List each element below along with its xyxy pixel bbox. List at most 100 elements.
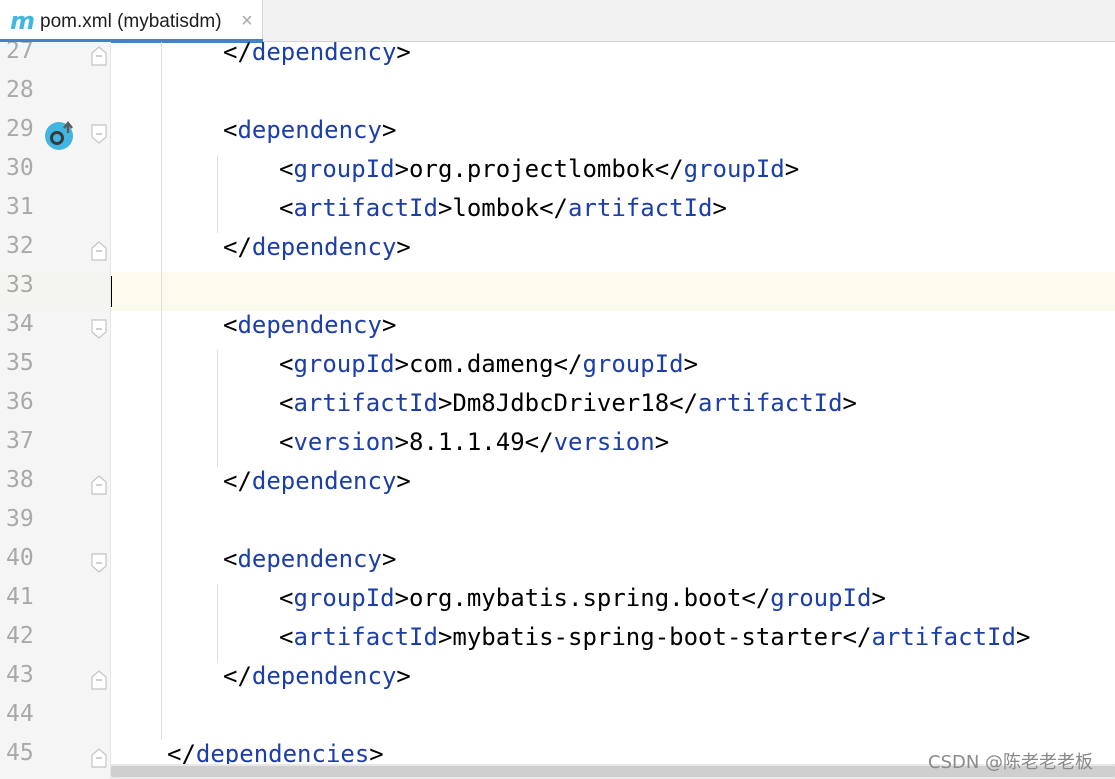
code-line[interactable]: 30 <groupId>org.projectlombok</groupId> [0, 155, 1115, 194]
xml-tag-name: artifactId [293, 389, 438, 417]
gutter-divider [110, 42, 111, 779]
xml-tag-name: artifactId [871, 623, 1016, 651]
line-number: 36 [6, 389, 34, 415]
tab-title: pom.xml (mybatisdm) [40, 11, 222, 32]
line-number: 32 [6, 233, 34, 259]
xml-tag-name: version [293, 428, 395, 456]
xml-text: >org.projectlombok</ [394, 155, 684, 183]
code-line[interactable]: 34 <dependency> [0, 311, 1115, 350]
xml-text: >Dm8JdbcDriver18</ [437, 389, 699, 417]
close-icon[interactable]: × [237, 9, 257, 33]
xml-text: > [396, 42, 411, 66]
xml-tag-name: dependency [251, 233, 397, 261]
code-line[interactable]: 33 [0, 272, 1115, 311]
code-text: <dependency> [223, 311, 396, 350]
code-line[interactable]: 37 <version>8.1.1.49</version> [0, 428, 1115, 467]
xml-text: > [654, 428, 670, 456]
line-number: 29 [6, 116, 34, 142]
code-line[interactable]: 38 </dependency> [0, 467, 1115, 506]
code-text: <dependency> [223, 545, 396, 584]
fold-end-icon[interactable] [91, 241, 107, 261]
xml-text: < [279, 584, 294, 612]
xml-text: > [396, 662, 411, 690]
line-number: 45 [6, 740, 34, 766]
line-number: 31 [6, 194, 34, 220]
xml-text: </ [223, 467, 252, 495]
code-line[interactable]: 36 <artifactId>Dm8JdbcDriver18</artifactI… [0, 389, 1115, 428]
xml-text: > [381, 545, 397, 573]
xml-tag-name: groupId [293, 350, 395, 378]
override-method-icon[interactable] [44, 119, 76, 151]
xml-text: < [223, 545, 238, 573]
xml-text: < [223, 116, 238, 144]
indent-guide [161, 42, 162, 740]
xml-text: >lombok</ [437, 194, 568, 222]
code-editor[interactable]: 27 </dependency> 28 29 <dependency> 30 <groupI… [0, 42, 1115, 779]
line-number: 39 [6, 506, 34, 532]
code-line[interactable]: 43 </dependency> [0, 662, 1115, 701]
xml-text: >com.dameng</ [394, 350, 583, 378]
xml-text: >org.mybatis.spring.boot</ [394, 584, 771, 612]
code-text: <artifactId>mybatis-spring-boot-starter<… [279, 623, 1030, 662]
watermark: CSDN @陈老老老板 [928, 752, 1094, 773]
fold-start-icon[interactable] [91, 124, 107, 144]
xml-text: </ [223, 662, 252, 690]
xml-text: < [279, 389, 294, 417]
xml-tag-name: dependency [251, 467, 397, 495]
code-line[interactable]: 42 <artifactId>mybatis-spring-boot-starte… [0, 623, 1115, 662]
xml-text: > [1015, 623, 1031, 651]
code-line[interactable]: 27 </dependency> [0, 42, 1115, 77]
code-line[interactable]: 28 [0, 77, 1115, 116]
xml-text: > [712, 194, 727, 222]
line-number: 33 [6, 272, 34, 298]
line-number: 27 [6, 42, 34, 64]
code-text: <groupId>com.dameng</groupId> [279, 350, 698, 389]
code-line[interactable]: 41 <groupId>org.mybatis.spring.boot</grou… [0, 584, 1115, 623]
xml-tag-name: groupId [293, 584, 395, 612]
code-line[interactable]: 35 <groupId>com.dameng</groupId> [0, 350, 1115, 389]
code-line[interactable]: 44 [0, 701, 1115, 740]
xml-tag-name: groupId [582, 350, 684, 378]
code-text: <dependency> [223, 116, 396, 155]
xml-tag-name: artifactId [698, 389, 843, 417]
fold-end-icon[interactable] [91, 46, 107, 66]
fold-end-icon[interactable] [91, 748, 107, 768]
xml-text: < [279, 155, 294, 183]
line-number: 37 [6, 428, 34, 454]
code-text: <version>8.1.1.49</version> [279, 428, 669, 467]
xml-text: > [683, 350, 699, 378]
code-text: </dependency> [223, 467, 411, 506]
xml-text: >mybatis-spring-boot-starter</ [437, 623, 872, 651]
fold-end-icon[interactable] [91, 670, 107, 690]
xml-text: > [381, 116, 397, 144]
code-text: </dependency> [223, 662, 411, 701]
code-text: <artifactId>lombok</artifactId> [279, 194, 727, 233]
code-text: </dependency> [223, 42, 411, 77]
line-number: 38 [6, 467, 34, 493]
line-number: 41 [6, 584, 34, 610]
xml-text: > [381, 311, 397, 339]
line-number: 30 [6, 155, 34, 181]
code-line[interactable]: 40 <dependency> [0, 545, 1115, 584]
fold-start-icon[interactable] [91, 319, 107, 339]
xml-text: </ [223, 233, 252, 261]
code-line[interactable]: 31 <artifactId>lombok</artifactId> [0, 194, 1115, 233]
code-text: <groupId>org.mybatis.spring.boot</groupI… [279, 584, 886, 623]
line-number: 35 [6, 350, 34, 376]
xml-tag-name: artifactId [293, 623, 438, 651]
fold-end-icon[interactable] [91, 475, 107, 495]
code-line[interactable]: 29 <dependency> [0, 116, 1115, 155]
xml-text: > [396, 233, 411, 261]
code-line[interactable]: 39 [0, 506, 1115, 545]
line-number: 42 [6, 623, 34, 649]
xml-text: < [279, 194, 294, 222]
xml-text: < [223, 311, 238, 339]
xml-text: > [396, 467, 411, 495]
code-line[interactable]: 32 </dependency> [0, 233, 1115, 272]
xml-tag-name: version [553, 428, 655, 456]
tab-pom-xml[interactable]: m pom.xml (mybatisdm) × [0, 0, 263, 43]
fold-start-icon[interactable] [91, 553, 107, 573]
line-number: 28 [6, 77, 34, 103]
maven-m-icon: m [10, 7, 36, 35]
line-number: 44 [6, 701, 34, 727]
